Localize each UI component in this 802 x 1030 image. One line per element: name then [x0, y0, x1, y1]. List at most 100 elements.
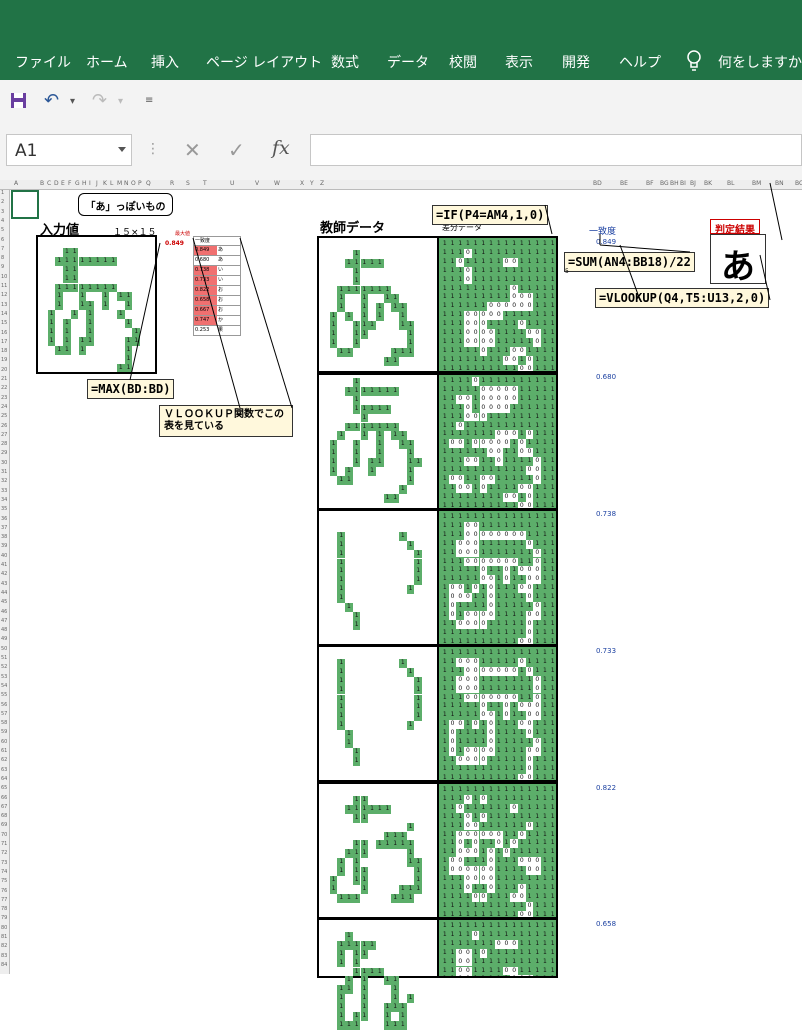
row-header[interactable]: 59 — [1, 729, 7, 735]
row-header[interactable]: 44 — [1, 590, 7, 596]
row-header[interactable]: 31 — [1, 469, 7, 475]
row-header[interactable]: 6 — [1, 237, 4, 243]
row-header[interactable]: 80 — [1, 925, 7, 931]
row-header[interactable]: 33 — [1, 488, 7, 494]
column-header[interactable]: BK — [704, 180, 712, 187]
redo-icon[interactable]: ↷ — [92, 90, 107, 111]
row-header[interactable]: 4 — [1, 218, 4, 224]
column-header[interactable]: V — [255, 180, 259, 187]
row-header[interactable]: 72 — [1, 850, 7, 856]
row-header[interactable]: 47 — [1, 618, 7, 624]
column-header[interactable]: S — [186, 180, 190, 187]
row-header[interactable]: 79 — [1, 915, 7, 921]
save-icon[interactable] — [10, 92, 27, 109]
tab-insert[interactable]: 挿入 — [151, 52, 179, 72]
row-header[interactable]: 62 — [1, 757, 7, 763]
row-header[interactable]: 68 — [1, 813, 7, 819]
column-header[interactable]: P — [138, 180, 142, 187]
row-header[interactable]: 69 — [1, 822, 7, 828]
row-header[interactable]: 82 — [1, 943, 7, 949]
column-header[interactable]: BN — [775, 180, 784, 187]
tab-help[interactable]: ヘルプ — [619, 52, 661, 72]
column-header[interactable]: BF — [646, 180, 654, 187]
column-header[interactable]: C — [47, 180, 51, 187]
column-header[interactable]: BD — [593, 180, 602, 187]
row-header[interactable]: 57 — [1, 711, 7, 717]
row-header[interactable]: 78 — [1, 906, 7, 912]
row-header[interactable]: 64 — [1, 776, 7, 782]
column-header[interactable]: BL — [727, 180, 734, 187]
undo-icon[interactable]: ↶ — [44, 90, 59, 111]
row-header[interactable]: 43 — [1, 581, 7, 587]
row-header[interactable]: 36 — [1, 516, 7, 522]
tab-page-layout[interactable]: ページ レイアウト — [206, 52, 322, 72]
column-header[interactable]: G — [75, 180, 80, 187]
tab-formulas[interactable]: 数式 — [331, 52, 359, 72]
row-header[interactable]: 55 — [1, 692, 7, 698]
row-header[interactable]: 2 — [1, 199, 4, 205]
column-header[interactable]: U — [230, 180, 234, 187]
row-header[interactable]: 5 — [1, 227, 4, 233]
row-header[interactable]: 77 — [1, 897, 7, 903]
row-header[interactable]: 8 — [1, 255, 4, 261]
row-header[interactable]: 30 — [1, 460, 7, 466]
row-header[interactable]: 13 — [1, 302, 7, 308]
tab-data[interactable]: データ — [387, 52, 429, 72]
enter-icon[interactable]: ✓ — [228, 138, 245, 162]
row-header[interactable]: 11 — [1, 283, 7, 289]
row-header[interactable]: 32 — [1, 478, 7, 484]
column-header[interactable]: R — [170, 180, 174, 187]
row-header[interactable]: 50 — [1, 646, 7, 652]
row-header[interactable]: 54 — [1, 683, 7, 689]
row-header[interactable]: 73 — [1, 860, 7, 866]
column-header[interactable]: Y — [310, 180, 314, 187]
column-header[interactable]: BH — [670, 180, 679, 187]
column-header[interactable]: BM — [752, 180, 761, 187]
row-header[interactable]: 3 — [1, 209, 4, 215]
row-header[interactable]: 46 — [1, 609, 7, 615]
column-header[interactable]: M — [117, 180, 122, 187]
column-header[interactable]: BE — [620, 180, 628, 187]
row-header[interactable]: 66 — [1, 795, 7, 801]
row-header[interactable]: 71 — [1, 841, 7, 847]
row-header[interactable]: 22 — [1, 385, 7, 391]
row-header[interactable]: 61 — [1, 748, 7, 754]
row-header[interactable]: 29 — [1, 450, 7, 456]
row-header[interactable]: 15 — [1, 320, 7, 326]
row-header[interactable]: 39 — [1, 543, 7, 549]
row-header[interactable]: 25 — [1, 413, 7, 419]
row-header[interactable]: 26 — [1, 423, 7, 429]
row-header[interactable]: 12 — [1, 292, 7, 298]
column-header[interactable]: I — [89, 180, 91, 187]
row-header[interactable]: 41 — [1, 562, 7, 568]
row-header[interactable]: 48 — [1, 627, 7, 633]
tab-developer[interactable]: 開発 — [562, 52, 590, 72]
column-header[interactable]: BG — [660, 180, 669, 187]
name-box-dropdown-icon[interactable] — [118, 147, 126, 152]
row-header[interactable]: 56 — [1, 702, 7, 708]
row-header[interactable]: 27 — [1, 432, 7, 438]
row-header[interactable]: 9 — [1, 264, 4, 270]
column-header[interactable]: F — [68, 180, 71, 187]
row-header[interactable]: 60 — [1, 739, 7, 745]
row-header[interactable]: 10 — [1, 274, 7, 280]
row-header[interactable]: 53 — [1, 674, 7, 680]
column-header[interactable]: O — [131, 180, 136, 187]
column-header[interactable]: J — [96, 180, 98, 187]
column-header[interactable]: H — [82, 180, 87, 187]
active-cell-a1[interactable] — [11, 190, 39, 219]
row-header[interactable]: 14 — [1, 311, 7, 317]
tell-me-search[interactable]: 何をしますか — [718, 52, 802, 72]
row-header[interactable]: 7 — [1, 246, 4, 252]
row-header[interactable]: 37 — [1, 525, 7, 531]
column-header[interactable]: K — [103, 180, 107, 187]
formula-input[interactable] — [310, 134, 802, 166]
tab-home[interactable]: ホーム — [86, 52, 128, 72]
row-header[interactable]: 76 — [1, 888, 7, 894]
column-header[interactable]: W — [274, 180, 280, 187]
tab-file[interactable]: ファイル — [15, 52, 71, 72]
row-header[interactable]: 1 — [1, 190, 4, 196]
row-header[interactable]: 63 — [1, 767, 7, 773]
row-header[interactable]: 16 — [1, 330, 7, 336]
row-header[interactable]: 51 — [1, 655, 7, 661]
